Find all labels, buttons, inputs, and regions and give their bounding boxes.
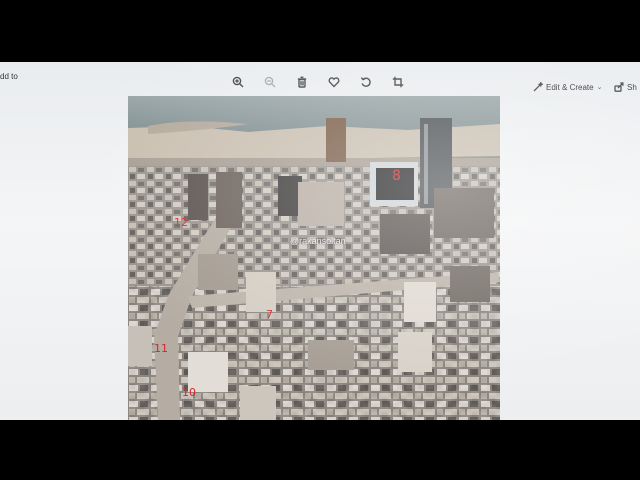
zoom-out-icon [264,76,276,88]
share-label: Sh [627,82,637,92]
edit-sparkle-icon [533,82,543,92]
trash-icon [297,76,307,88]
annotation-mark: 7 [266,308,273,321]
photo-watermark: @rakansoltan [290,236,346,246]
displayed-photo[interactable]: @rakansoltan 8 12 11 10 7 [128,96,500,420]
chevron-down-icon: ⌄ [596,84,603,91]
crop-icon [392,76,404,88]
rotate-button[interactable] [358,74,374,90]
share-icon [614,82,624,92]
rotate-icon [360,77,371,87]
add-to-button-label[interactable]: dd to [0,72,18,81]
zoom-in-icon [232,76,244,88]
city-aerial-photo [128,96,500,420]
edit-create-button[interactable]: Edit & Create ⌄ [533,80,602,94]
video-letterbox-top [0,0,640,62]
heart-icon [328,77,340,88]
photo-viewer-window: dd to Edit & Create ⌄ Sh @rakansoltan 8 … [0,62,640,420]
annotation-mark: 12 [174,216,188,229]
zoom-out-button[interactable] [262,74,278,90]
video-letterbox-bottom [0,420,640,480]
zoom-in-button[interactable] [230,74,246,90]
annotation-mark: 8 [392,168,401,184]
annotation-mark: 10 [182,386,196,399]
annotation-mark: 11 [154,342,168,355]
share-button[interactable]: Sh [614,80,637,94]
crop-button[interactable] [390,74,406,90]
edit-create-label: Edit & Create [546,82,594,92]
favorite-button[interactable] [326,74,342,90]
delete-button[interactable] [294,74,310,90]
